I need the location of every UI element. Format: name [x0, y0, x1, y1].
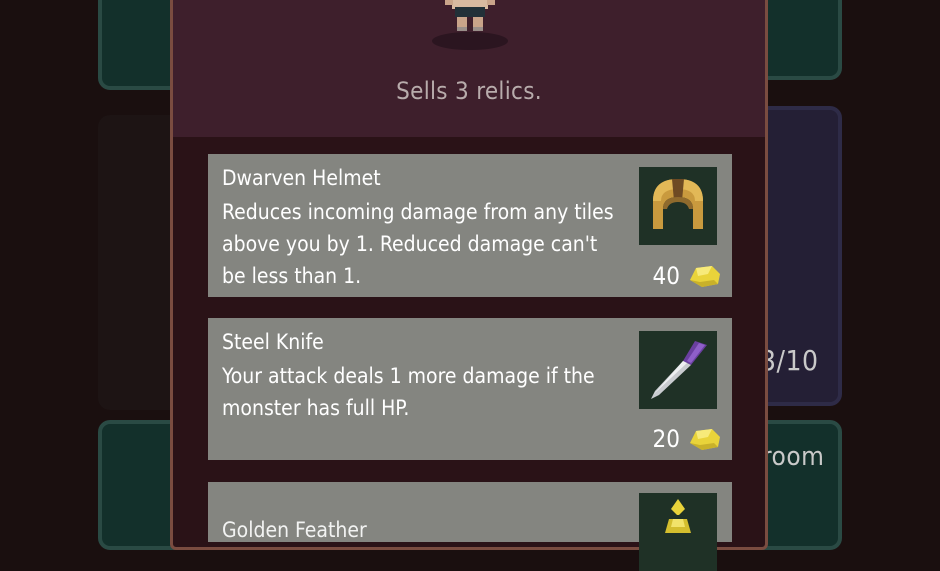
- shop-item-golden-relic[interactable]: Golden Feather: [208, 482, 732, 571]
- item-price: 20: [653, 425, 724, 453]
- shop-item-steel-knife[interactable]: Steel Knife Your attack deals 1 more dam…: [208, 318, 732, 460]
- item-name: Steel Knife: [222, 330, 324, 354]
- item-name: Golden Feather: [222, 518, 367, 542]
- merchant-icon: [432, 0, 508, 50]
- price-value: 20: [652, 425, 680, 453]
- gold-coin-icon: [690, 266, 720, 287]
- item-description: Reduces incoming damage from any tiles a…: [222, 200, 614, 288]
- shop-item-dwarven-helmet[interactable]: Dwarven Helmet Reduces incoming damage f…: [208, 154, 732, 297]
- knife-icon: [639, 331, 717, 409]
- golden-relic-icon: [639, 493, 717, 571]
- gold-coin-icon: [690, 429, 720, 450]
- item-description: Your attack deals 1 more damage if the m…: [222, 364, 595, 420]
- shop-subtitle: Sells 3 relics.: [396, 77, 542, 105]
- shop-header: Sells 3 relics.: [173, 0, 765, 137]
- room-label: room: [762, 442, 825, 472]
- item-name: Dwarven Helmet: [222, 166, 381, 190]
- helmet-icon: [639, 167, 717, 245]
- item-price: 40: [653, 262, 724, 290]
- progress-counter: 3/10: [760, 344, 819, 377]
- price-value: 40: [652, 262, 680, 290]
